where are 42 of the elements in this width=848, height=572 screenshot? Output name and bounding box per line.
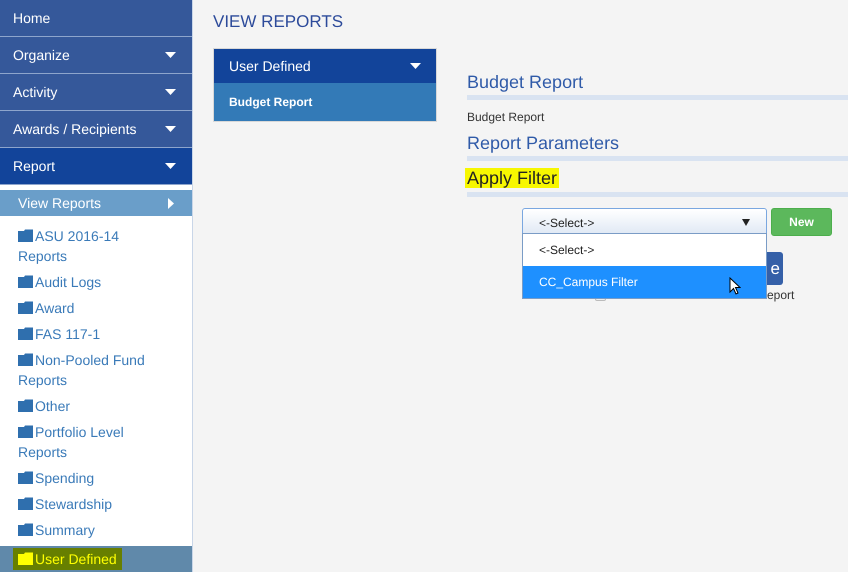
folder-icon <box>18 275 33 288</box>
folder-link[interactable]: Spending <box>18 468 148 488</box>
report-name: Budget Report <box>467 109 546 126</box>
menu-item[interactable]: Activity <box>0 74 192 111</box>
caret-right-icon <box>168 198 174 208</box>
section-heading: Budget Report <box>467 71 584 93</box>
folder-icon <box>18 353 33 366</box>
panel-item[interactable]: Budget Report <box>214 83 436 121</box>
page-title: VIEW REPORTS <box>213 11 344 31</box>
folder-link[interactable]: Audit Logs <box>18 272 148 292</box>
folder-icon <box>18 497 33 510</box>
section-heading: Report Parameters <box>467 132 620 154</box>
caret-down-icon <box>742 219 750 226</box>
folder-icon <box>18 552 33 565</box>
menu-item[interactable]: Report <box>0 148 192 185</box>
folder-icon <box>18 523 33 536</box>
dropdown-option[interactable]: CC_Campus Filter <box>523 266 766 298</box>
menu-item[interactable]: Awards / Recipients <box>0 111 192 148</box>
menu-item[interactable]: Home <box>0 0 192 37</box>
folder-link[interactable]: FAS 117-1 <box>18 324 148 344</box>
menu-item[interactable]: Organize <box>0 37 192 74</box>
panel-header[interactable]: User Defined <box>214 49 436 83</box>
folder-link[interactable]: Summary <box>18 520 148 540</box>
folder-icon <box>18 327 33 340</box>
caret-down-icon <box>410 63 421 69</box>
folder-link[interactable]: Portfolio Level Reports <box>18 422 148 462</box>
folder-link[interactable]: Non-Pooled Fund Reports <box>18 350 148 390</box>
folder-icon <box>18 471 33 484</box>
folder-link[interactable]: Award <box>18 298 148 318</box>
folder-link[interactable]: Other <box>18 396 148 416</box>
folder-icon <box>18 229 33 242</box>
folder-icon <box>18 301 33 314</box>
folder-icon <box>18 399 33 412</box>
new-button[interactable]: New <box>771 208 832 236</box>
cursor-icon <box>729 277 741 295</box>
submenu-item[interactable]: View Reports <box>0 190 192 216</box>
checkbox-label: eport <box>767 287 794 304</box>
folder-link[interactable]: User Defined <box>13 548 122 570</box>
folder-link[interactable]: ASU 2016-14 Reports <box>18 226 148 266</box>
folder-icon <box>18 425 33 438</box>
folder-link[interactable]: Stewardship <box>18 494 148 514</box>
section-heading: Apply Filter <box>465 168 560 188</box>
